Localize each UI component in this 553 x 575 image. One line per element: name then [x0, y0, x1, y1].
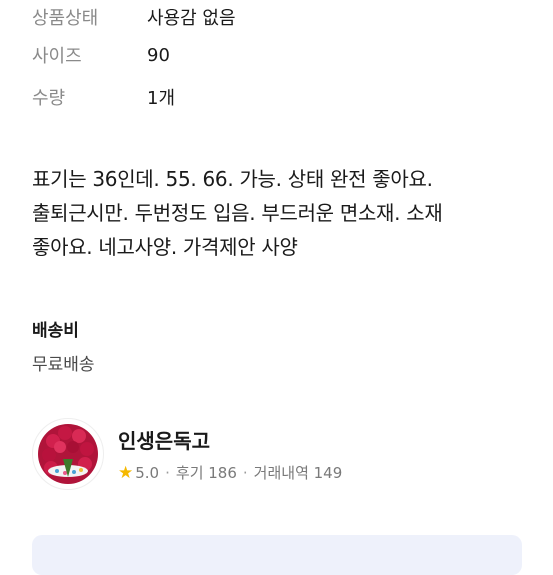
description-line: 표기는 36인데. 55. 66. 가능. 상태 완전 좋아요.: [32, 167, 433, 191]
seller-rating: 5.0: [135, 463, 160, 482]
seller-stats: ★ 5.0 · 후기 186 · 거래내역 149: [118, 462, 342, 483]
spec-value: 사용감 없음: [147, 8, 236, 29]
seller-avatar[interactable]: [32, 418, 104, 490]
description-line: 좋아요. 네고사양. 가격제안 사양: [32, 235, 298, 259]
spec-value: 90: [147, 44, 170, 66]
separator-dot: ·: [242, 463, 248, 482]
spec-row-condition: 상품상태 사용감 없음: [32, 0, 522, 34]
bottom-info-card[interactable]: [32, 535, 522, 575]
seller-transactions[interactable]: 거래내역 149: [254, 462, 343, 483]
description-line: 출퇴근시만. 두번정도 입음. 부드러운 면소재. 소재: [32, 201, 443, 225]
separator-dot: ·: [165, 463, 170, 482]
product-description: 표기는 36인데. 55. 66. 가능. 상태 완전 좋아요. 출퇴근시만. …: [32, 162, 532, 264]
seller-reviews[interactable]: 후기 186: [176, 462, 237, 483]
shipping-title: 배송비: [32, 321, 79, 341]
seller-name[interactable]: 인생은독고: [118, 425, 342, 454]
star-icon: ★: [118, 462, 134, 483]
shipping-value: 무료배송: [32, 355, 95, 375]
product-spec-table: 상품상태 사용감 없음 사이즈 90 수량 1개: [32, 0, 522, 118]
spec-row-size: 사이즈 90: [32, 34, 522, 76]
spec-label: 수량: [32, 88, 66, 109]
spec-label: 사이즈: [32, 46, 82, 67]
seller-profile[interactable]: 인생은독고 ★ 5.0 · 후기 186 · 거래내역 149: [32, 418, 342, 490]
spec-row-quantity: 수량 1개: [32, 76, 522, 118]
spec-value: 1개: [147, 88, 176, 109]
flower-wreath-image: [38, 424, 98, 484]
seller-info: 인생은독고 ★ 5.0 · 후기 186 · 거래내역 149: [118, 425, 342, 483]
spec-label: 상품상태: [32, 8, 99, 29]
